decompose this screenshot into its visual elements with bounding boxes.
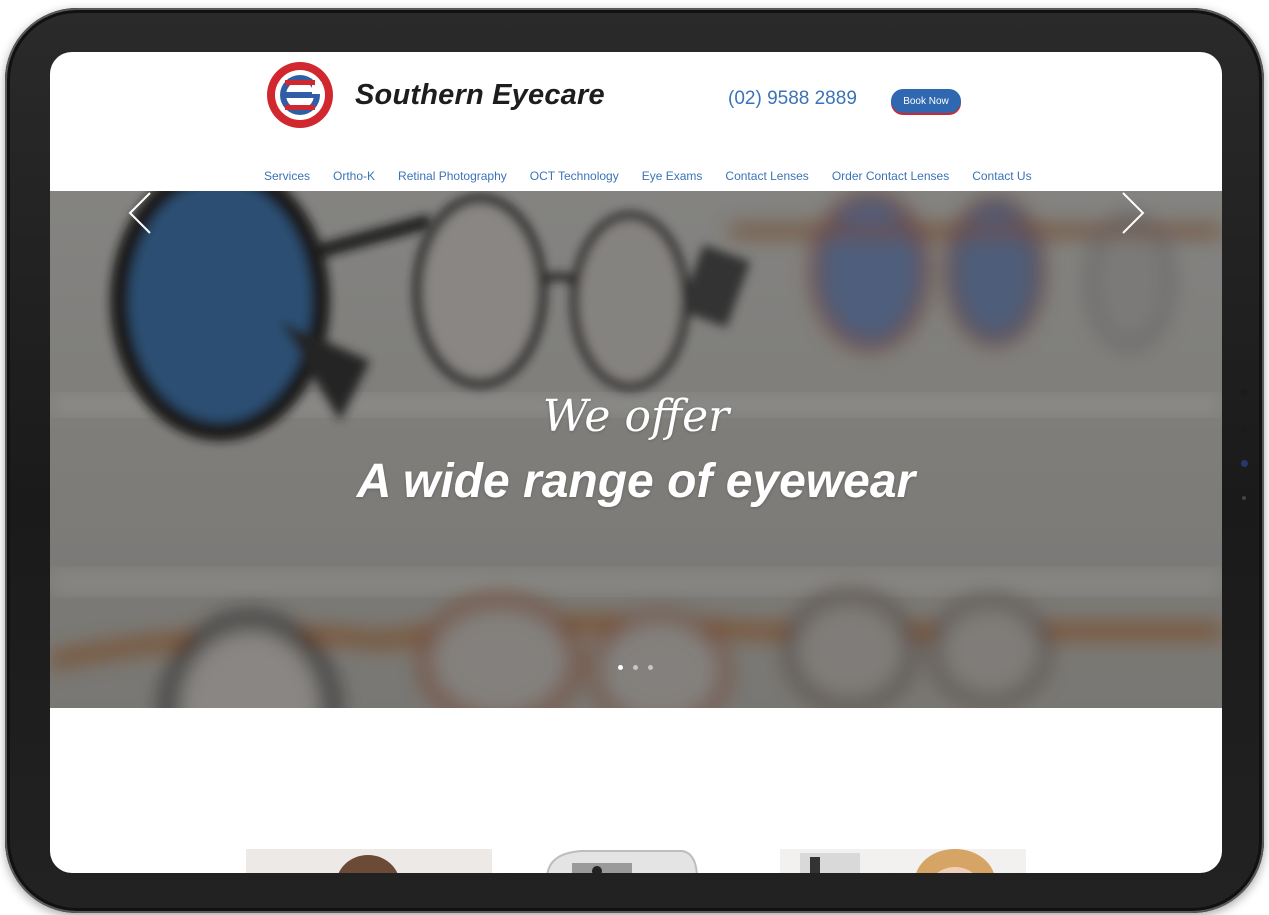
hero-slideshow: We offer A wide range of eyewear (50, 191, 1222, 708)
preview-card-3[interactable] (780, 849, 1026, 873)
device-sensor-icon (1241, 425, 1248, 432)
nav-item-order-contact-lenses[interactable]: Order Contact Lenses (832, 169, 949, 183)
preview-image-2 (546, 850, 698, 873)
nav-item-oct-technology[interactable]: OCT Technology (530, 169, 619, 183)
hero-title: A wide range of eyewear (356, 455, 916, 508)
device-flash-icon (1241, 530, 1248, 537)
preview-image-1 (338, 855, 398, 873)
brand-name: Southern Eyecare (355, 78, 605, 111)
tablet-frame: Southern Eyecare (02) 9588 2889 Book Now… (5, 8, 1264, 913)
book-now-button[interactable]: Book Now (891, 89, 961, 113)
hero-background-image (50, 191, 1222, 708)
chevron-right-icon[interactable] (1121, 191, 1145, 235)
slide-dot-3[interactable] (648, 665, 653, 670)
southern-eyecare-logo-icon (267, 62, 333, 128)
phone-number[interactable]: (02) 9588 2889 (728, 88, 857, 110)
slide-indicators (618, 665, 663, 670)
nav-item-contact-lenses[interactable]: Contact Lenses (725, 169, 808, 183)
browser-screen: Southern Eyecare (02) 9588 2889 Book Now… (50, 52, 1222, 873)
chevron-left-icon[interactable] (128, 191, 152, 235)
slide-dot-1[interactable] (618, 665, 623, 670)
slide-dot-2[interactable] (633, 665, 638, 670)
device-mic-icon (1242, 496, 1246, 500)
main-nav: Services Ortho-K Retinal Photography OCT… (264, 169, 1055, 183)
preview-image-3 (800, 849, 994, 873)
nav-item-contact-us[interactable]: Contact Us (972, 169, 1031, 183)
device-lens-icon (1241, 460, 1248, 467)
nav-item-services[interactable]: Services (264, 169, 310, 183)
nav-item-ortho-k[interactable]: Ortho-K (333, 169, 375, 183)
nav-item-retinal-photography[interactable]: Retinal Photography (398, 169, 507, 183)
preview-card-2[interactable] (512, 849, 758, 873)
hero-subtitle: We offer (542, 391, 730, 442)
site-logo[interactable]: Southern Eyecare (265, 60, 605, 130)
nav-item-eye-exams[interactable]: Eye Exams (642, 169, 703, 183)
preview-card-1[interactable] (246, 849, 492, 873)
device-camera-icon (1241, 389, 1248, 396)
